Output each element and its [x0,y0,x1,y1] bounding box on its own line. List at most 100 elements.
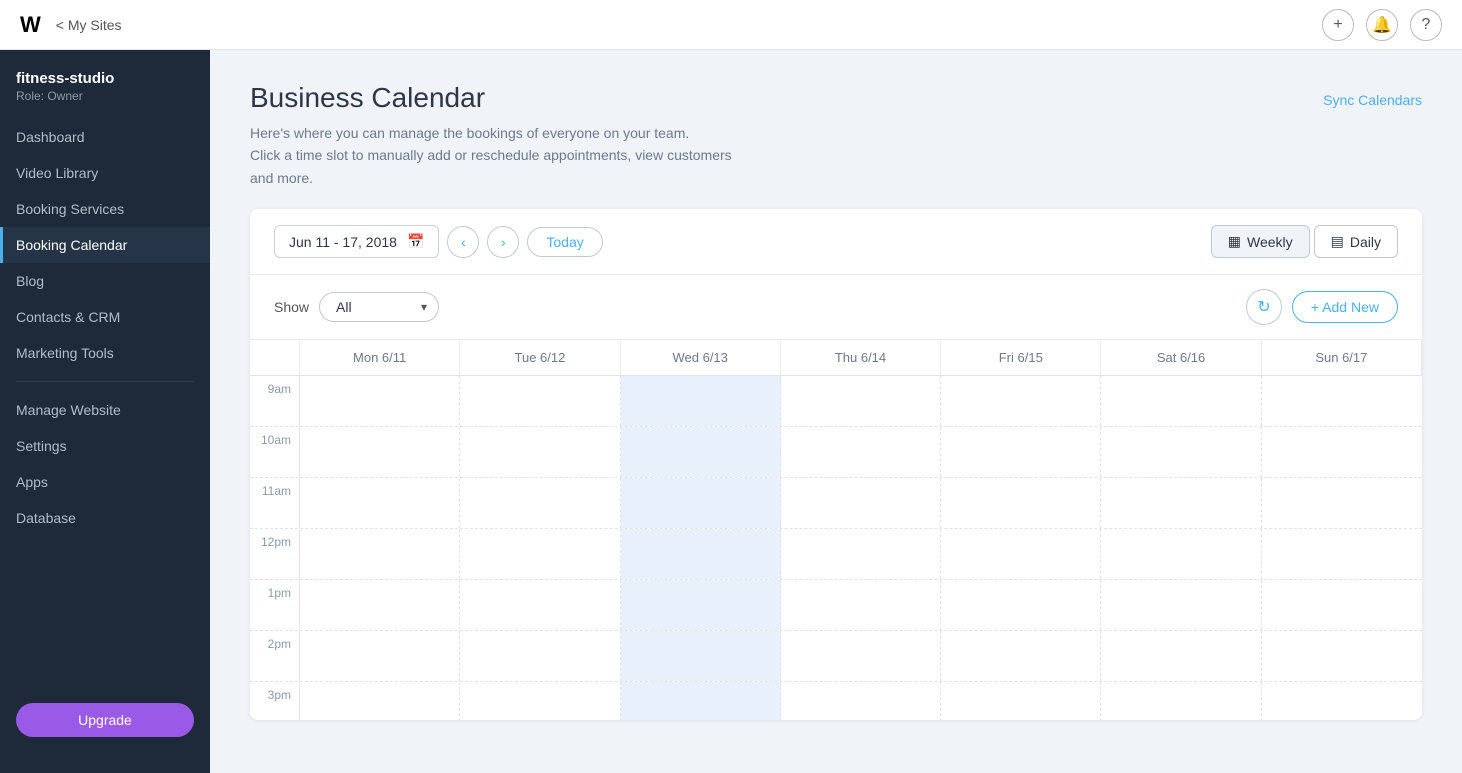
sidebar-item-manage-website[interactable]: Manage Website [0,392,210,428]
cal-cell-1pm-day4[interactable] [941,580,1101,630]
cal-cell-1pm-day5[interactable] [1101,580,1261,630]
sidebar-item-contacts-crm[interactable]: Contacts & CRM [0,299,210,335]
daily-view-button[interactable]: ▤ Daily [1314,225,1398,258]
daily-icon: ▤ [1331,233,1344,250]
cal-cell-2pm-day0[interactable] [300,631,460,681]
time-label-2pm: 2pm [250,631,300,681]
cal-cell-12pm-day2[interactable] [621,529,781,579]
cal-cell-1pm-day3[interactable] [781,580,941,630]
cal-cell-2pm-day1[interactable] [460,631,620,681]
show-label: Show [274,299,309,315]
cal-cell-1pm-day2[interactable] [621,580,781,630]
cal-cell-11am-day5[interactable] [1101,478,1261,528]
cal-cell-10am-day6[interactable] [1262,427,1422,477]
cal-cell-2pm-day3[interactable] [781,631,941,681]
topbar-right: + 🔔 ? [1322,9,1442,41]
cal-cell-10am-day0[interactable] [300,427,460,477]
prev-week-button[interactable]: ‹ [447,226,479,258]
cal-cell-9am-day1[interactable] [460,376,620,426]
cal-cell-2pm-day6[interactable] [1262,631,1422,681]
sidebar-item-booking-calendar[interactable]: Booking Calendar [0,227,210,263]
cal-cell-3pm-day2[interactable] [621,682,781,720]
sidebar-nav: Dashboard Video Library Booking Services… [0,119,210,687]
cal-cell-11am-day3[interactable] [781,478,941,528]
time-row-10am: 10am [250,427,1422,478]
sidebar-item-dashboard[interactable]: Dashboard [0,119,210,155]
cal-cell-10am-day2[interactable] [621,427,781,477]
cal-cell-12pm-day3[interactable] [781,529,941,579]
page-subtitle: Here's where you can manage the bookings… [250,122,732,189]
cal-cell-9am-day3[interactable] [781,376,941,426]
show-select[interactable]: All Staff 1 Staff 2 [319,292,439,322]
date-nav-left: Jun 11 - 17, 2018 📅 ‹ › Today [274,225,603,258]
sidebar-item-marketing-tools[interactable]: Marketing Tools [0,335,210,371]
cal-cell-11am-day2[interactable] [621,478,781,528]
cal-cell-10am-day4[interactable] [941,427,1101,477]
time-label-10am: 10am [250,427,300,477]
cal-cell-10am-day3[interactable] [781,427,941,477]
cal-cell-12pm-day4[interactable] [941,529,1101,579]
sidebar-item-database[interactable]: Database [0,500,210,536]
sync-calendars-link[interactable]: Sync Calendars [1323,92,1422,108]
page-header-text: Business Calendar Here's where you can m… [250,82,732,189]
cal-cell-12pm-day0[interactable] [300,529,460,579]
sidebar-item-booking-services[interactable]: Booking Services [0,191,210,227]
date-range-box[interactable]: Jun 11 - 17, 2018 📅 [274,225,439,258]
time-header [250,340,300,375]
cal-cell-11am-day6[interactable] [1262,478,1422,528]
cal-cell-9am-day2[interactable] [621,376,781,426]
cal-cell-9am-day4[interactable] [941,376,1101,426]
cal-cell-12pm-day1[interactable] [460,529,620,579]
cal-cell-2pm-day5[interactable] [1101,631,1261,681]
filter-bar: Show All Staff 1 Staff 2 ↻ + Add New [250,275,1422,340]
my-sites-link[interactable]: < My Sites [56,17,122,33]
cal-cell-2pm-day2[interactable] [621,631,781,681]
cal-cell-11am-day0[interactable] [300,478,460,528]
cal-cell-1pm-day0[interactable] [300,580,460,630]
notifications-button[interactable]: 🔔 [1366,9,1398,41]
time-row-1pm: 1pm [250,580,1422,631]
cal-cell-3pm-day5[interactable] [1101,682,1261,720]
cal-cell-9am-day0[interactable] [300,376,460,426]
cal-cell-3pm-day1[interactable] [460,682,620,720]
add-new-button[interactable]: + Add New [1292,291,1398,323]
cal-header-mon: Mon 6/11 [300,340,460,375]
cal-cell-3pm-day6[interactable] [1262,682,1422,720]
sidebar-site-name: fitness-studio [16,70,194,87]
cal-cell-3pm-day0[interactable] [300,682,460,720]
cal-cell-10am-day5[interactable] [1101,427,1261,477]
cal-cell-10am-day1[interactable] [460,427,620,477]
next-week-button[interactable]: › [487,226,519,258]
refresh-button[interactable]: ↻ [1246,289,1282,325]
cal-cell-9am-day5[interactable] [1101,376,1261,426]
time-label-1pm: 1pm [250,580,300,630]
cal-cell-11am-day4[interactable] [941,478,1101,528]
sidebar-divider [16,381,194,382]
sidebar-item-apps[interactable]: Apps [0,464,210,500]
sidebar-site-info: fitness-studio Role: Owner [0,50,210,119]
add-button[interactable]: + [1322,9,1354,41]
cal-cell-12pm-day6[interactable] [1262,529,1422,579]
cal-cell-3pm-day4[interactable] [941,682,1101,720]
cal-cell-12pm-day5[interactable] [1101,529,1261,579]
calendar-card: Jun 11 - 17, 2018 📅 ‹ › Today ▦ Weekly ▤… [250,209,1422,720]
cal-cell-3pm-day3[interactable] [781,682,941,720]
upgrade-button[interactable]: Upgrade [16,703,194,737]
help-button[interactable]: ? [1410,9,1442,41]
topbar: W < My Sites + 🔔 ? [0,0,1462,50]
calendar-header-row: Mon 6/11 Tue 6/12 Wed 6/13 Thu 6/14 Fri … [250,340,1422,376]
today-button[interactable]: Today [527,227,602,257]
sidebar-item-video-library[interactable]: Video Library [0,155,210,191]
sidebar-item-blog[interactable]: Blog [0,263,210,299]
sidebar: fitness-studio Role: Owner Dashboard Vid… [0,50,210,773]
sidebar-item-settings[interactable]: Settings [0,428,210,464]
cal-cell-2pm-day4[interactable] [941,631,1101,681]
weekly-view-button[interactable]: ▦ Weekly [1211,225,1310,258]
cal-cell-11am-day1[interactable] [460,478,620,528]
calendar-grid: Mon 6/11 Tue 6/12 Wed 6/13 Thu 6/14 Fri … [250,340,1422,720]
time-label-12pm: 12pm [250,529,300,579]
cal-cell-1pm-day6[interactable] [1262,580,1422,630]
cal-cell-1pm-day1[interactable] [460,580,620,630]
sidebar-site-role: Role: Owner [16,89,194,103]
cal-cell-9am-day6[interactable] [1262,376,1422,426]
